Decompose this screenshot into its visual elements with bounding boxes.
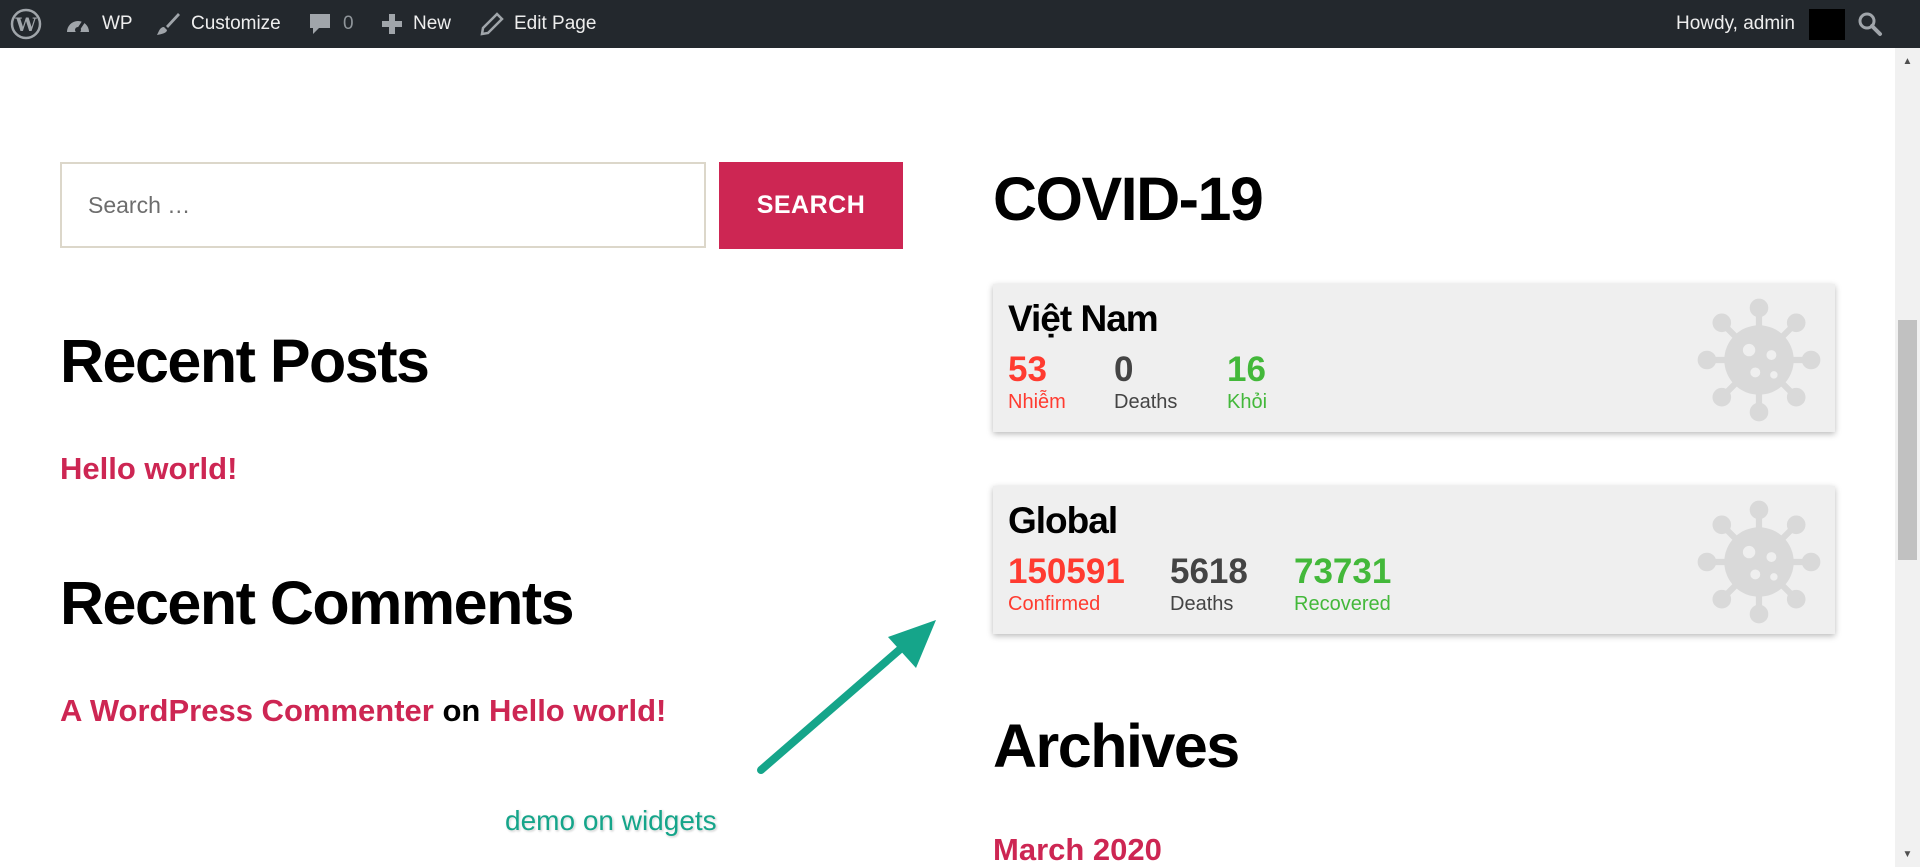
virus-icon <box>1697 298 1821 422</box>
pencil-icon <box>480 12 504 36</box>
new-label: New <box>413 13 452 34</box>
global-deaths-label: Deaths <box>1170 593 1234 615</box>
wordpress-icon: W <box>10 8 42 40</box>
global-card-title: Global <box>1008 500 1118 541</box>
comment-author-link[interactable]: A WordPress Commenter <box>60 693 434 728</box>
scroll-thumb[interactable] <box>1898 320 1917 560</box>
dashboard-icon <box>67 20 89 33</box>
global-confirmed-label: Confirmed <box>1008 593 1101 615</box>
plus-icon <box>382 14 402 34</box>
wordpress-logo-button[interactable]: W <box>10 0 42 48</box>
archives-title: Archives <box>993 712 1240 780</box>
comment-bubble-icon <box>310 14 330 34</box>
vietnam-recovered-label: Khỏi <box>1227 391 1268 413</box>
vietnam-infected-value: 53 <box>1008 350 1047 389</box>
global-stats-card: Global 150591 Confirmed 5618 Deaths 7373… <box>993 486 1835 634</box>
vietnam-infected-stat: 53 Nhiễm <box>1008 350 1066 414</box>
comment-on-text: on <box>442 693 481 728</box>
vietnam-deaths-stat: 0 Deaths <box>1114 350 1177 414</box>
svg-text:W: W <box>14 14 37 36</box>
recent-comment-item: A WordPress Commenter on Hello world! <box>60 693 666 729</box>
recent-post-link[interactable]: Hello world! <box>60 451 237 487</box>
edit-page-label: Edit Page <box>514 13 597 34</box>
new-content-button[interactable]: New <box>381 0 451 48</box>
comments-count: 0 <box>343 13 354 34</box>
edit-page-button[interactable]: Edit Page <box>480 0 596 48</box>
search-button[interactable]: SEARCH <box>719 162 903 249</box>
howdy-label: Howdy, admin <box>1676 13 1795 34</box>
global-recovered-label: Recovered <box>1294 593 1391 615</box>
virus-icon <box>1697 500 1821 624</box>
customize-button[interactable]: Customize <box>155 0 281 48</box>
site-name-label: WP <box>102 13 133 34</box>
vietnam-deaths-value: 0 <box>1114 350 1134 389</box>
global-confirmed-value: 150591 <box>1008 552 1125 591</box>
paintbrush-icon <box>157 13 180 35</box>
search-icon <box>1858 12 1882 36</box>
admin-bar: W WP Customize 0 New Edit Page Howdy, ad… <box>0 0 1920 48</box>
admin-search-button[interactable] <box>1857 0 1883 48</box>
site-name-button[interactable]: WP <box>64 0 133 48</box>
comment-post-link[interactable]: Hello world! <box>489 693 666 728</box>
recent-posts-title: Recent Posts <box>60 327 430 395</box>
global-confirmed-stat: 150591 Confirmed <box>1008 552 1125 616</box>
vietnam-recovered-stat: 16 Khỏi <box>1227 350 1267 414</box>
archive-link[interactable]: March 2020 <box>993 832 1162 868</box>
annotation-label: demo on widgets <box>505 805 717 836</box>
vietnam-infected-label: Nhiễm <box>1008 391 1066 413</box>
global-deaths-value: 5618 <box>1170 552 1248 591</box>
global-recovered-stat: 73731 Recovered <box>1294 552 1391 616</box>
annotation-arrow <box>757 620 936 774</box>
vietnam-stats-card: Việt Nam 53 Nhiễm 0 Deaths 16 Khỏi <box>993 284 1835 432</box>
customize-label: Customize <box>191 13 281 34</box>
scroll-down-arrow[interactable]: ▼ <box>1898 845 1917 863</box>
avatar <box>1808 8 1845 40</box>
recent-comments-title: Recent Comments <box>60 569 575 637</box>
my-account-button[interactable]: Howdy, admin <box>1676 0 1845 48</box>
search-input[interactable] <box>60 162 706 248</box>
comments-button[interactable]: 0 <box>307 0 354 48</box>
scroll-up-arrow[interactable]: ▲ <box>1898 52 1917 70</box>
global-deaths-stat: 5618 Deaths <box>1170 552 1248 616</box>
covid-widget-title: COVID-19 <box>993 165 1264 233</box>
vietnam-deaths-label: Deaths <box>1114 391 1178 413</box>
vietnam-recovered-value: 16 <box>1227 350 1266 389</box>
vietnam-card-title: Việt Nam <box>1008 298 1159 339</box>
global-recovered-value: 73731 <box>1294 552 1392 591</box>
